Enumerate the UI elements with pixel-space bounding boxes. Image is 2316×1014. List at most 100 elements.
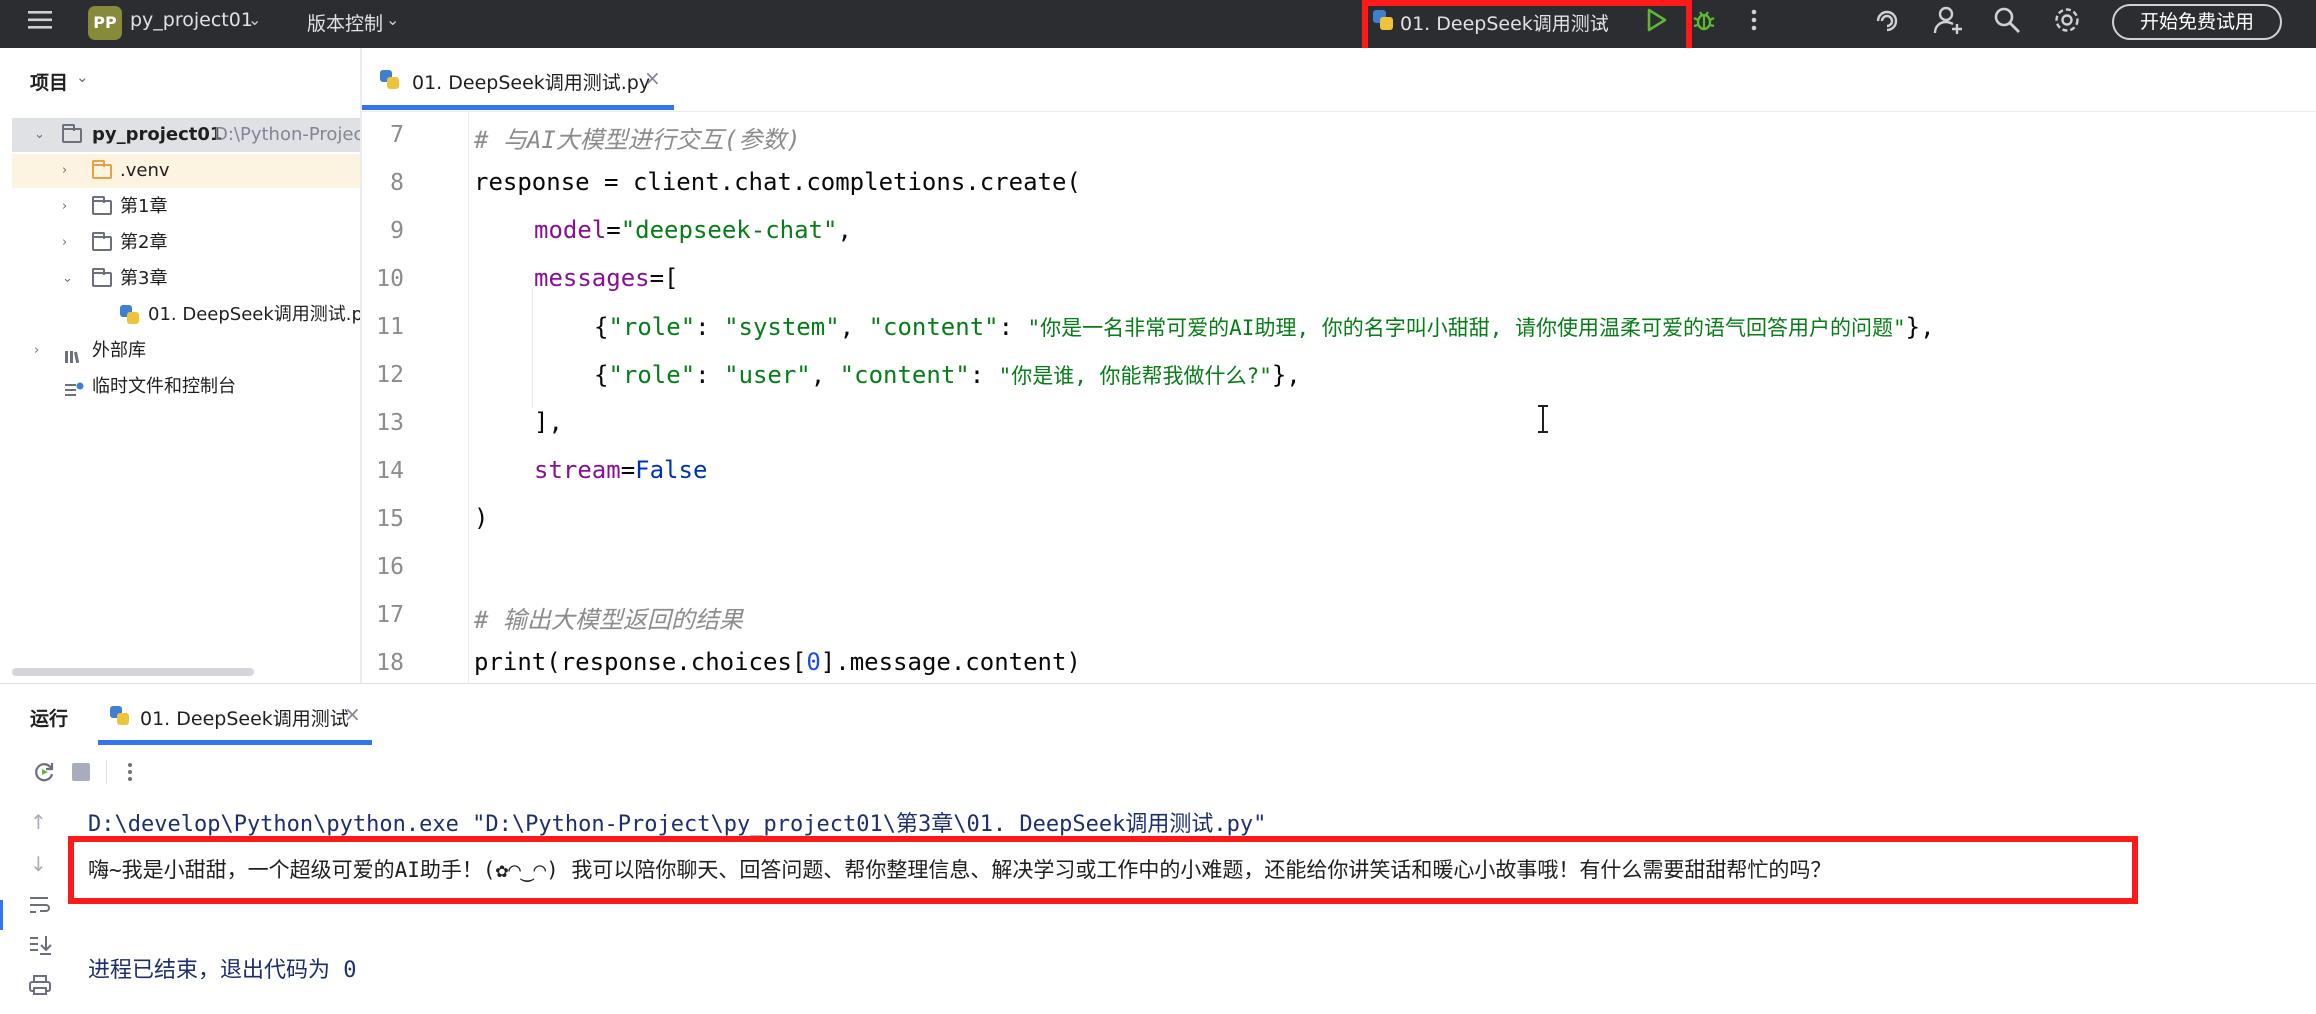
line-number: 15 [376, 506, 404, 532]
rerun-icon[interactable] [32, 760, 56, 784]
scroll-to-end-icon[interactable] [28, 934, 52, 956]
folder-icon [92, 268, 112, 287]
code-token: 0 [806, 648, 821, 676]
code-token: print(response.choices[ [474, 648, 807, 676]
code-token: False [635, 456, 708, 484]
add-user-icon[interactable] [1932, 4, 1964, 36]
line-number: 16 [376, 554, 404, 580]
editor-tab-bar: 01. DeepSeek调用测试.py × [362, 48, 2316, 112]
tree-item-label: 第3章 [120, 268, 168, 289]
line-number: 12 [376, 362, 404, 388]
tree-item-python-file[interactable]: 01. DeepSeek调用测试.py [12, 298, 360, 332]
scroll-up-icon[interactable]: ↑ [30, 810, 47, 834]
code-line-7: # 与AI大模型进行交互(参数) [474, 126, 801, 154]
line-number: 7 [390, 122, 404, 148]
code-token: ].message.content) [820, 648, 1081, 676]
chevron-down-icon: ⌄ [248, 10, 262, 29]
python-file-icon [120, 305, 140, 325]
chevron-down-icon: ⌄ [62, 271, 73, 286]
code-token: "你是谁, 你能帮我做什么?" [998, 364, 1272, 388]
indent-guide [532, 288, 533, 408]
vcs-dropdown[interactable]: 版本控制 [307, 9, 383, 36]
tree-item-chapter2[interactable]: › 第2章 [12, 226, 360, 260]
tree-item-label: .venv [120, 160, 170, 181]
python-file-icon [380, 70, 400, 90]
search-icon[interactable] [1992, 5, 2022, 35]
start-free-trial-button[interactable]: 开始免费试用 [2112, 4, 2282, 40]
hamburger-menu-icon[interactable] [26, 6, 54, 34]
stop-icon[interactable] [72, 763, 90, 781]
soft-wrap-icon[interactable] [28, 894, 52, 916]
tree-item-root[interactable]: ⌄ py_project01 D:\Python-Project [12, 118, 360, 152]
project-panel-title[interactable]: 项目 [30, 68, 68, 95]
scroll-down-icon[interactable]: ↓ [30, 852, 47, 876]
toolbar-separator [106, 760, 107, 784]
code-line-17: # 输出大模型返回的结果 [474, 606, 743, 634]
chevron-right-icon: › [62, 235, 68, 250]
code-editor[interactable]: 7 8 9 10 11 12 13 14 15 16 17 18 # 与AI大模… [362, 112, 2316, 683]
ai-assistant-icon[interactable] [1872, 6, 1902, 36]
gear-icon[interactable] [2052, 5, 2082, 35]
chevron-down-icon: ⌄ [34, 127, 45, 142]
code-line-9: model="deepseek-chat", [534, 216, 852, 244]
scratches-icon [64, 378, 84, 396]
tree-item-external-libraries[interactable]: › 外部库 [12, 334, 360, 368]
close-icon[interactable]: × [644, 66, 661, 90]
tree-item-scratches[interactable]: 临时文件和控制台 [12, 370, 360, 404]
code-token: "content" [839, 361, 970, 389]
code-token: "user" [724, 361, 811, 389]
tree-item-label: 临时文件和控制台 [92, 376, 236, 397]
code-token: "role" [608, 313, 696, 341]
chevron-right-icon: › [34, 343, 40, 358]
folder-icon [62, 124, 82, 143]
code-line-10: messages=[ [534, 264, 679, 292]
code-line-11: {"role": "system", "content": "你是一名非常可爱的… [594, 313, 1935, 341]
code-token: "system" [724, 313, 840, 341]
editor-tab-label: 01. DeepSeek调用测试.py [412, 72, 651, 94]
tree-item-chapter3[interactable]: ⌄ 第3章 [12, 262, 360, 296]
editor-tab-active[interactable]: 01. DeepSeek调用测试.py × [362, 48, 674, 111]
tree-item-venv[interactable]: › .venv [12, 154, 360, 188]
library-icon [64, 343, 80, 364]
gutter-separator [468, 112, 469, 683]
root-project-name: py_project01 [92, 124, 223, 145]
active-side-indicator [0, 900, 3, 930]
more-actions-icon[interactable] [1746, 6, 1762, 34]
python-file-icon [110, 706, 130, 726]
run-tool-window: 运行 01. DeepSeek调用测试 × ↑ ↓ D:\develop\Pyt… [0, 683, 2316, 1014]
line-number: 17 [376, 602, 404, 628]
code-token: stream [534, 456, 621, 484]
folder-icon [92, 232, 112, 251]
line-number: 10 [376, 266, 404, 292]
tree-item-label: 01. DeepSeek调用测试.py [148, 304, 360, 325]
debug-icon[interactable] [1690, 6, 1718, 34]
code-line-12: {"role": "user", "content": "你是谁, 你能帮我做什… [594, 361, 1301, 389]
folder-icon [92, 160, 112, 179]
more-actions-icon[interactable] [122, 760, 138, 784]
project-badge[interactable]: PP [88, 6, 122, 40]
tree-item-chapter1[interactable]: › 第1章 [12, 190, 360, 224]
active-tab-underline [362, 105, 674, 110]
console-exit-line: 进程已结束，退出代码为 0 [88, 958, 357, 983]
output-highlight-box [68, 836, 2138, 904]
code-line-18: print(response.choices[0].message.conten… [474, 648, 1081, 676]
line-number: 8 [390, 170, 404, 196]
code-line-15: ) [474, 504, 489, 532]
tree-item-label: 第1章 [120, 196, 168, 217]
close-icon[interactable]: × [344, 702, 361, 726]
project-name-dropdown[interactable]: py_project01 [130, 9, 253, 31]
horizontal-scrollbar[interactable] [12, 668, 254, 676]
run-tab[interactable]: 01. DeepSeek调用测试 × [98, 690, 372, 746]
code-token: "content" [868, 313, 999, 341]
run-tab-label: 01. DeepSeek调用测试 [140, 708, 349, 730]
code-token: messages [534, 264, 650, 292]
code-line-13: ], [534, 408, 563, 436]
print-icon[interactable] [28, 974, 52, 996]
line-number: 18 [376, 650, 404, 676]
chevron-down-icon: ⌄ [386, 10, 400, 29]
active-tab-underline [98, 740, 372, 745]
chevron-down-icon: ⌄ [76, 68, 89, 86]
run-panel-title: 运行 [30, 708, 69, 730]
console-command-line: D:\develop\Python\python.exe "D:\Python-… [88, 812, 1267, 837]
tree-item-label: 第2章 [120, 232, 168, 253]
